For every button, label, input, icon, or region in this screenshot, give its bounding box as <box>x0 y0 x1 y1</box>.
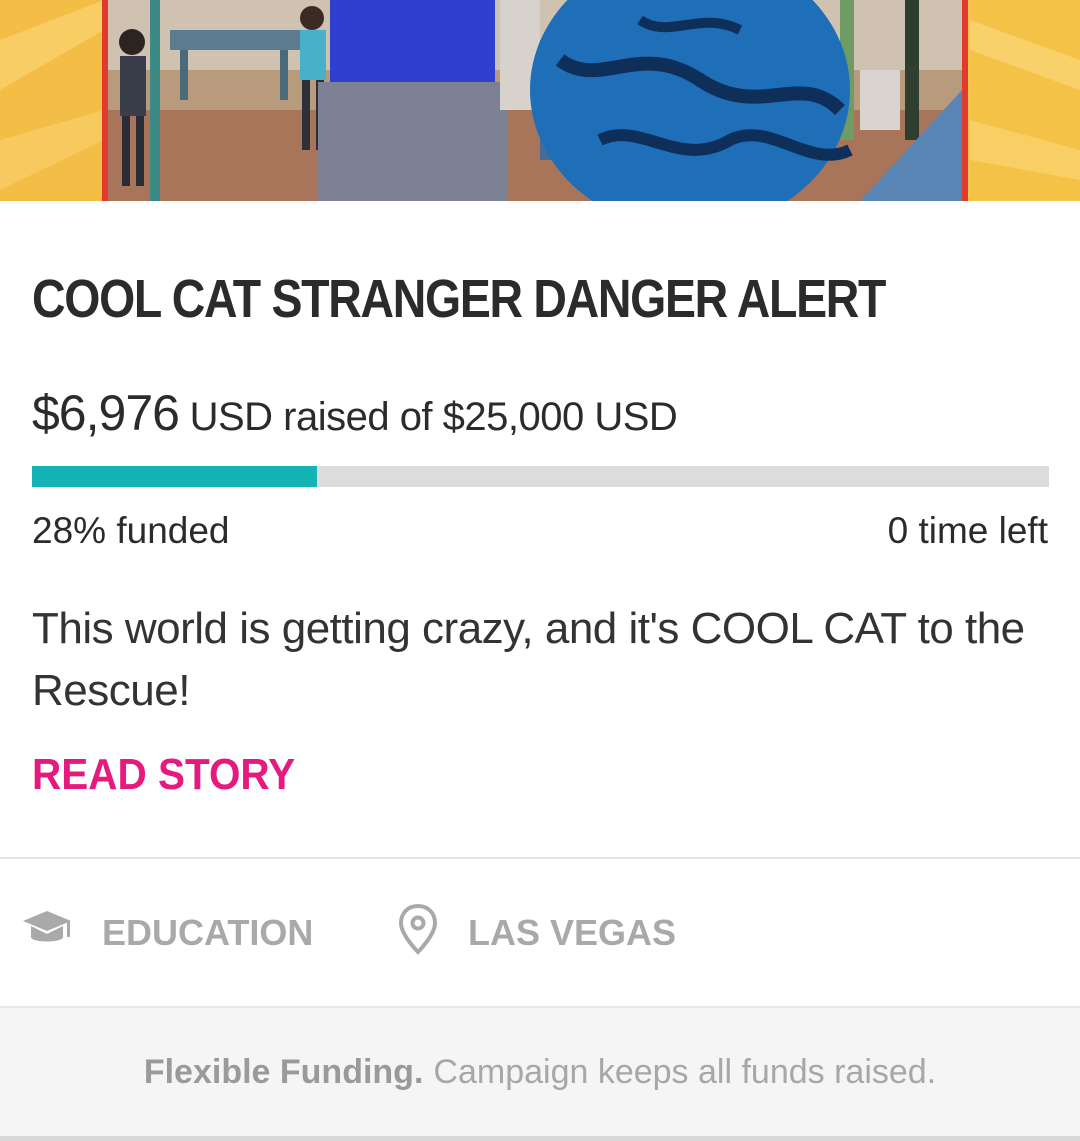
funding-progress-bar <box>32 466 1049 487</box>
campaign-blurb: This world is getting crazy, and it's CO… <box>32 604 1025 715</box>
time-left-status: 0 time left <box>888 510 1048 552</box>
hero-photo <box>0 0 1080 201</box>
funding-note: Campaign keeps all funds raised. <box>433 1052 937 1091</box>
time-left-value: 0 <box>887 510 909 551</box>
raised-amount: $6,976 <box>32 385 180 441</box>
campaign-hero-image[interactable] <box>0 0 1080 201</box>
time-left-label: time left <box>918 510 1048 551</box>
campaign-meta-row: EDUCATION LAS VEGAS <box>0 860 1080 1006</box>
graduation-cap-icon <box>22 909 72 958</box>
location-label: LAS VEGAS <box>468 912 677 953</box>
map-pin-icon <box>398 903 438 964</box>
funded-status: 28% funded <box>32 510 230 552</box>
funding-type: Flexible Funding. <box>143 1052 424 1091</box>
raised-summary: $6,976 USD raised of $25,000 USD <box>32 384 1048 442</box>
category-tag[interactable]: EDUCATION <box>22 860 313 1006</box>
funded-percent: 28% <box>32 510 107 551</box>
location-tag[interactable]: LAS VEGAS <box>398 860 676 1006</box>
funded-label: funded <box>116 510 230 551</box>
campaign-title[interactable]: COOL CAT STRANGER DANGER ALERT <box>32 268 906 330</box>
category-label: EDUCATION <box>102 912 314 953</box>
raised-goal-text: USD raised of $25,000 USD <box>189 395 678 439</box>
card-bottom-edge <box>0 1136 1080 1141</box>
divider <box>0 857 1080 859</box>
read-story-link[interactable]: READ STORY <box>32 750 295 800</box>
funding-progress-fill <box>32 466 317 487</box>
funding-type-footer: Flexible Funding. Campaign keeps all fun… <box>0 1008 1080 1136</box>
